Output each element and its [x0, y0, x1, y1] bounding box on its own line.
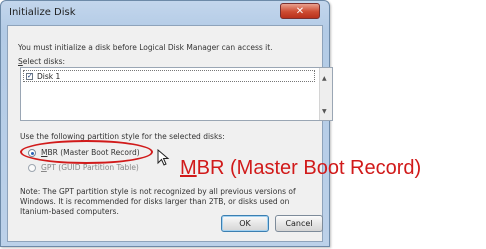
disk-list-item[interactable]: ✓ Disk 1 [23, 70, 315, 82]
close-icon: ✕ [295, 6, 305, 17]
gpt-radio[interactable] [28, 164, 36, 172]
disk-label: Disk 1 [37, 72, 61, 81]
scroll-down-icon[interactable]: ▼ [322, 108, 327, 115]
partition-style-label: Use the following partition style for th… [20, 132, 225, 141]
initialize-disk-dialog: Initialize Disk ✕ You must initialize a … [0, 0, 333, 247]
scroll-up-icon[interactable]: ▲ [322, 75, 327, 82]
gpt-option-label[interactable]: GPT (GUID Partition Table) [41, 163, 139, 172]
highlight-ellipse [20, 140, 153, 164]
ok-button[interactable]: OK [221, 215, 269, 232]
checkmark-icon: ✓ [27, 72, 33, 80]
select-disks-label: Select disks: [18, 57, 66, 66]
intro-text: You must initialize a disk before Logica… [18, 43, 273, 52]
disk-checkbox[interactable]: ✓ [26, 73, 33, 80]
note-line-1: Note: The GPT partition style is not rec… [20, 187, 296, 196]
listbox-scrollbar[interactable]: ▲ ▼ [319, 68, 332, 120]
annotation-caption: MBR (Master Boot Record) [180, 157, 422, 179]
note-line-2: Windows. It is recommended for disks lar… [20, 197, 290, 206]
close-button[interactable]: ✕ [280, 3, 320, 19]
disk-listbox[interactable]: ✓ Disk 1 ▲ ▼ [20, 67, 333, 121]
mouse-cursor-icon [157, 149, 170, 166]
dialog-title: Initialize Disk [9, 7, 76, 18]
cancel-button[interactable]: Cancel [275, 215, 323, 232]
note-line-3: Itanium-based computers. [20, 207, 119, 216]
